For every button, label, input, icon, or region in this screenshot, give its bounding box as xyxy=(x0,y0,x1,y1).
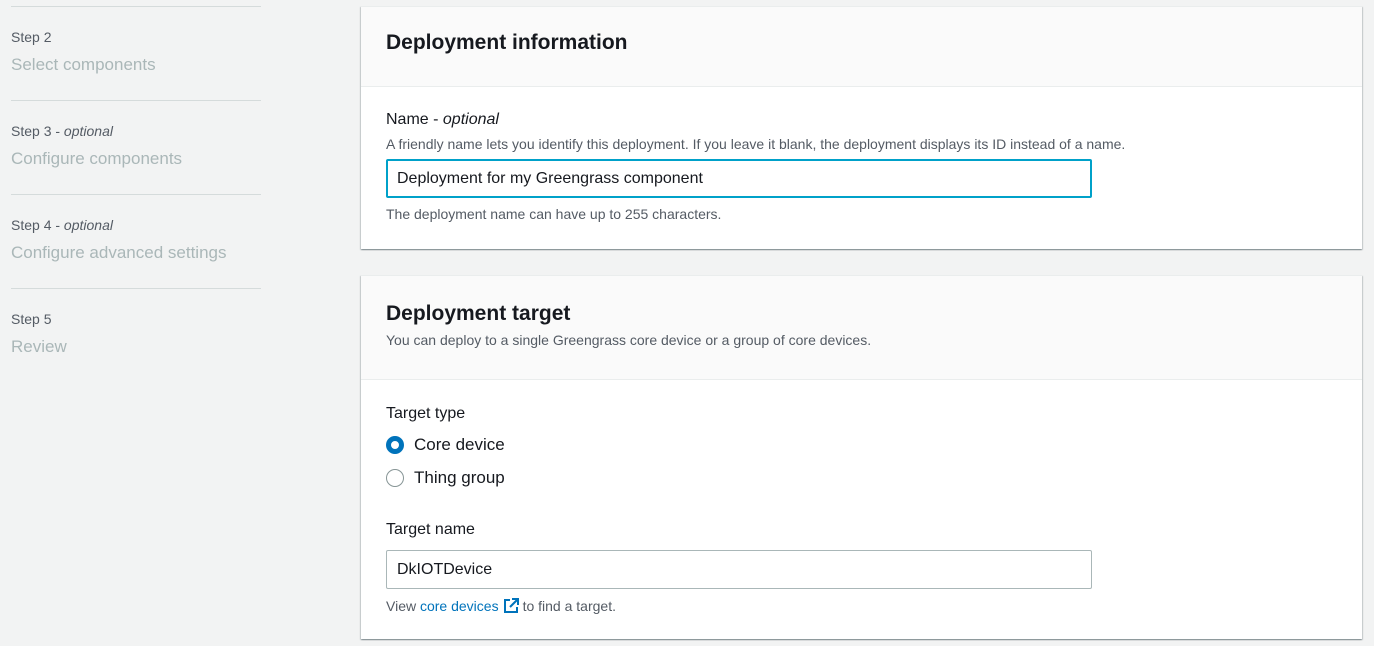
step-3[interactable]: Step 3 - optional Configure components xyxy=(11,100,261,194)
target-help-text: View core devices to find a target. xyxy=(386,597,1337,619)
panel-body: Target type Core device Thing group Targ… xyxy=(361,404,1362,619)
step-2[interactable]: Step 2 Select components xyxy=(11,6,261,100)
name-label: Name - optional xyxy=(386,110,1337,130)
name-constraint: The deployment name can have up to 255 c… xyxy=(386,206,722,222)
step-4[interactable]: Step 4 - optional Configure advanced set… xyxy=(11,194,261,288)
target-name-input[interactable] xyxy=(386,550,1092,589)
panel-title: Deployment target xyxy=(386,302,571,325)
radio-core-device[interactable]: Core device xyxy=(386,433,1337,457)
panel-header: Deployment target You can deploy to a si… xyxy=(361,276,1362,380)
panel-title: Deployment information xyxy=(386,31,628,54)
name-label-text: Name - xyxy=(386,111,443,128)
step-optional: optional xyxy=(63,217,113,233)
wizard-steps: Step 2 Select components Step 3 - option… xyxy=(11,0,261,382)
step-title: Configure components xyxy=(11,149,183,168)
step-label: Step 3 - xyxy=(11,123,64,139)
deployment-name-input[interactable] xyxy=(386,159,1092,198)
page: Step 2 Select components Step 3 - option… xyxy=(0,0,1374,646)
target-name-label: Target name xyxy=(386,521,475,538)
step-label: Step 4 - xyxy=(11,217,64,233)
name-optional: optional xyxy=(442,111,499,128)
core-devices-link[interactable]: core devices xyxy=(420,598,499,614)
help-suffix: to find a target. xyxy=(522,598,616,614)
external-link-icon[interactable] xyxy=(502,597,520,619)
step-optional: optional xyxy=(63,123,113,139)
panel-description: You can deploy to a single Greengrass co… xyxy=(386,332,872,348)
step-5[interactable]: Step 5 Review xyxy=(11,288,261,382)
step-title: Select components xyxy=(11,55,156,74)
step-label: Step 2 xyxy=(11,29,52,45)
deployment-information-panel: Deployment information Name - optional A… xyxy=(361,6,1362,249)
step-title: Configure advanced settings xyxy=(11,243,227,262)
radio-unchecked-icon[interactable] xyxy=(386,469,404,487)
radio-label: Thing group xyxy=(414,468,505,487)
radio-label: Core device xyxy=(414,435,505,454)
deployment-target-panel: Deployment target You can deploy to a si… xyxy=(361,275,1362,639)
radio-thing-group[interactable]: Thing group xyxy=(386,466,1337,490)
help-prefix: View xyxy=(386,598,420,614)
name-description: A friendly name lets you identify this d… xyxy=(386,136,1126,152)
radio-checked-icon[interactable] xyxy=(386,436,404,454)
step-title: Review xyxy=(11,337,67,356)
panel-header: Deployment information xyxy=(361,7,1362,87)
step-label: Step 5 xyxy=(11,311,52,327)
target-type-label: Target type xyxy=(386,405,466,422)
panel-body: Name - optional A friendly name lets you… xyxy=(361,110,1362,222)
